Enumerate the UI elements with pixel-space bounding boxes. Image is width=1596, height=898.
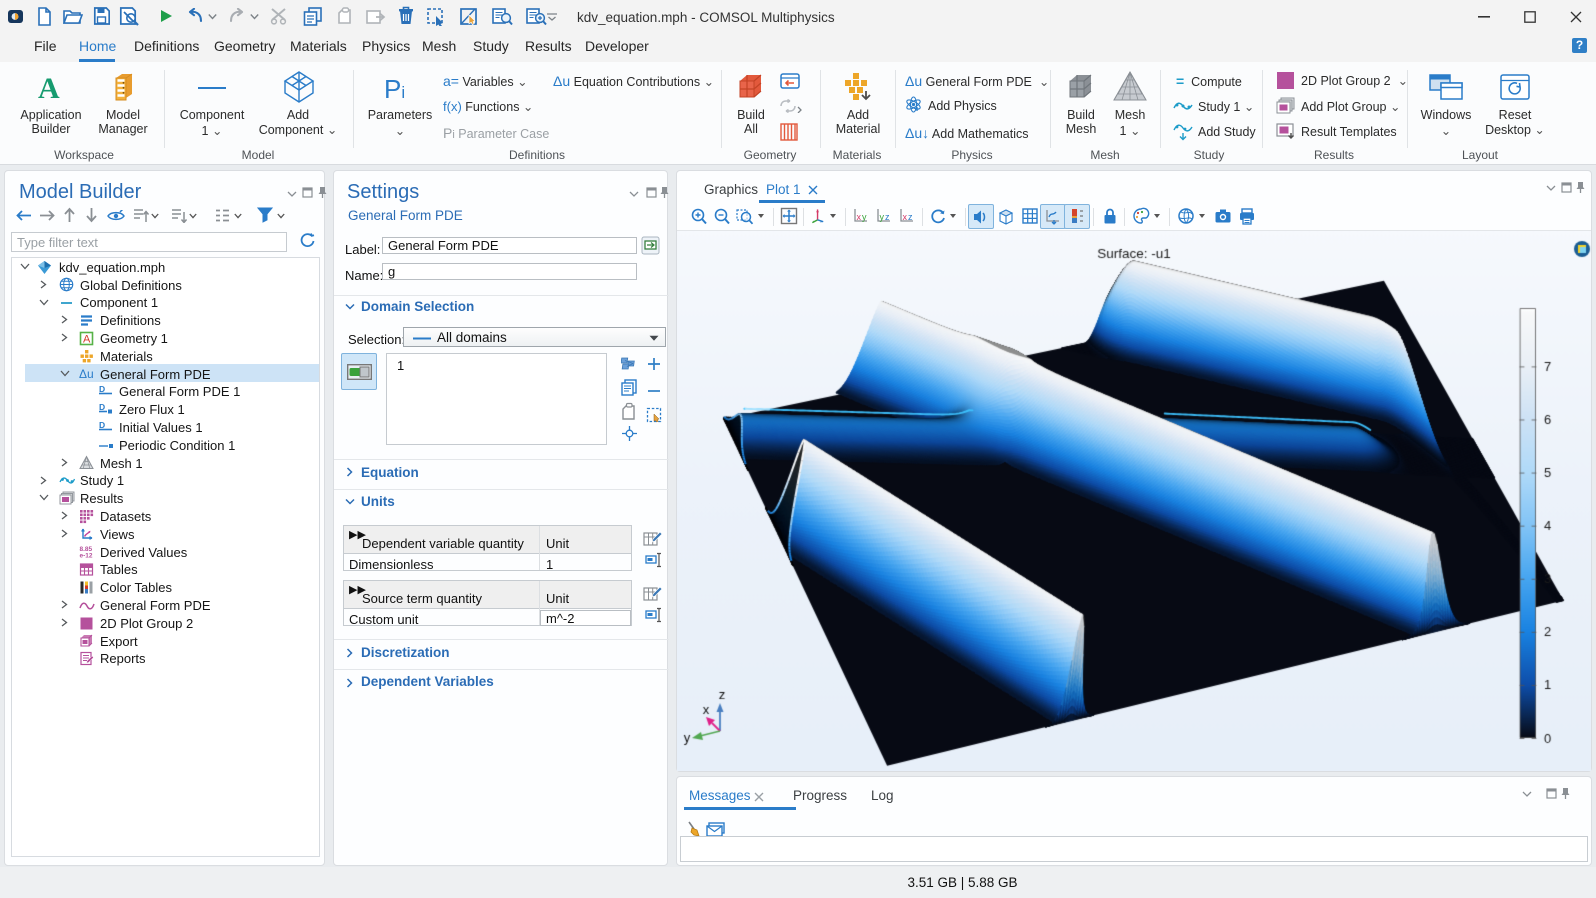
- svg-text:y: y: [880, 212, 885, 222]
- svg-text:z: z: [885, 212, 890, 222]
- svg-text:y: y: [862, 212, 867, 222]
- svg-text:D: D: [99, 384, 105, 394]
- svg-text:e-12: e-12: [80, 553, 93, 560]
- svg-text:D: D: [99, 420, 105, 430]
- svg-text:D: D: [99, 402, 105, 412]
- svg-text:x: x: [857, 212, 862, 222]
- svg-text:z: z: [908, 212, 913, 222]
- svg-text:A: A: [83, 333, 91, 345]
- svg-text:x: x: [903, 212, 908, 222]
- svg-text:Δu: Δu: [79, 367, 94, 381]
